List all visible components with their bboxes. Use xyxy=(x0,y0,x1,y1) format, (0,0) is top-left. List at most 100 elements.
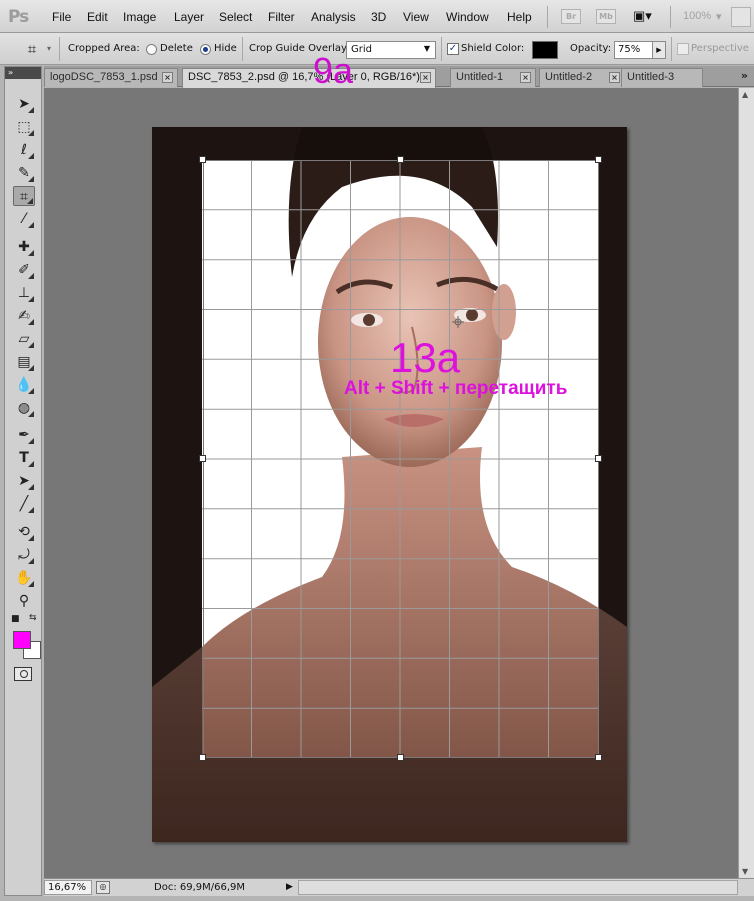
hand-tool-icon[interactable]: ✋ xyxy=(13,568,35,588)
lasso-tool-icon[interactable]: ℓ xyxy=(13,140,35,160)
marquee-tool-icon[interactable]: ⬚ xyxy=(13,117,35,137)
history-brush-tool-icon[interactable]: ✍ xyxy=(13,306,35,326)
chevron-down-icon[interactable]: ▾ xyxy=(47,44,51,53)
annotation-hint: Alt + Shift + перетащить xyxy=(344,378,568,399)
path-selection-tool-icon[interactable]: ➤ xyxy=(13,471,35,491)
line-tool-icon[interactable]: ╱ xyxy=(13,494,35,514)
type-tool-icon[interactable]: T xyxy=(13,448,35,468)
status-menu-arrow-icon[interactable]: ▶ xyxy=(286,882,293,892)
opacity-input[interactable]: 75% xyxy=(614,41,654,59)
crop-tool-icon[interactable]: ⌗ xyxy=(13,186,35,206)
delete-label: Delete xyxy=(160,43,193,54)
crop-bounding-box[interactable] xyxy=(203,160,599,758)
3d-orbit-tool-icon[interactable]: ⤾ xyxy=(13,545,35,565)
crop-handle-top[interactable] xyxy=(397,156,404,163)
dodge-tool-icon[interactable]: ◍ xyxy=(13,398,35,418)
shield-color-swatch[interactable] xyxy=(532,41,558,59)
photoshop-window: Ps File Edit Image Layer Select Filter A… xyxy=(0,0,754,901)
swap-colors-icon[interactable]: ⇆ xyxy=(29,613,37,623)
tools-panel: » ➤ ⬚ ℓ ✎ ⌗ ⁄ ✚ ✐ ⊥ ✍ ▱ ▤ 💧 ◍ ✒ T ➤ ╱ ⟲ … xyxy=(4,66,42,896)
menu-image[interactable]: Image xyxy=(123,10,156,24)
menu-bar: Ps File Edit Image Layer Select Filter A… xyxy=(0,0,754,33)
tab-label: Untitled-2 xyxy=(545,71,593,83)
crop-guide-overlay-select[interactable]: Grid ▼ xyxy=(346,41,436,59)
menu-filter[interactable]: Filter xyxy=(268,10,295,24)
move-tool-icon[interactable]: ➤ xyxy=(13,94,35,114)
scroll-up-icon[interactable]: ▲ xyxy=(742,90,748,99)
tab-label: DSC_7853_2.psd @ 16,7% (Layer 0, RGB/16*… xyxy=(188,71,428,83)
ps-logo: Ps xyxy=(8,7,29,27)
shield-label: Shield xyxy=(461,43,492,54)
menu-select[interactable]: Select xyxy=(219,10,252,24)
scroll-down-icon[interactable]: ▼ xyxy=(742,867,748,876)
menu-edit[interactable]: Edit xyxy=(87,10,108,24)
chevron-right-icon[interactable]: ▶ xyxy=(652,41,666,59)
horizontal-scrollbar[interactable] xyxy=(298,880,738,895)
options-divider xyxy=(59,37,60,61)
tab-untitled-1[interactable]: Untitled-1 × xyxy=(450,68,536,87)
zoom-level-input[interactable]: 16,67% xyxy=(44,880,92,895)
opacity-label: Opacity: xyxy=(570,43,612,54)
tab-label: Untitled-3 xyxy=(627,71,675,83)
3d-rotate-tool-icon[interactable]: ⟲ xyxy=(13,522,35,542)
quick-mask-icon[interactable] xyxy=(14,667,32,681)
tabs-overflow-button[interactable]: » xyxy=(741,69,748,82)
close-icon[interactable]: × xyxy=(162,72,173,83)
vertical-scrollbar[interactable]: ▲ ▼ xyxy=(738,88,754,878)
zoom-tool-icon[interactable]: ⚲ xyxy=(13,591,35,611)
brush-tool-icon[interactable]: ✐ xyxy=(13,260,35,280)
menu-layer[interactable]: Layer xyxy=(174,10,204,24)
menu-divider xyxy=(670,6,671,28)
annotation-step-9a: 9a xyxy=(313,50,354,91)
crop-guide-overlay-value: Grid xyxy=(351,44,372,55)
perspective-label: Perspective xyxy=(691,43,749,54)
menu-window[interactable]: Window xyxy=(446,10,489,24)
screen-mode-button[interactable]: ▣▾ xyxy=(633,8,652,24)
menu-divider xyxy=(547,6,548,28)
menu-analysis[interactable]: Analysis xyxy=(311,10,356,24)
cropped-area-label: Cropped Area: xyxy=(68,43,140,54)
eyedropper-tool-icon[interactable]: ⁄ xyxy=(13,209,35,229)
healing-brush-tool-icon[interactable]: ✚ xyxy=(13,237,35,257)
menu-help[interactable]: Help xyxy=(507,10,532,24)
gradient-tool-icon[interactable]: ▤ xyxy=(13,352,35,372)
bridge-button[interactable]: Br xyxy=(561,9,581,24)
tools-panel-grip[interactable]: » xyxy=(5,67,41,79)
pen-tool-icon[interactable]: ✒ xyxy=(13,425,35,445)
crop-handle-top-left[interactable] xyxy=(199,156,206,163)
close-icon[interactable]: × xyxy=(420,72,431,83)
eraser-tool-icon[interactable]: ▱ xyxy=(13,329,35,349)
close-icon[interactable]: × xyxy=(520,72,531,83)
menu-file[interactable]: File xyxy=(52,10,71,24)
default-colors-icon[interactable]: ■ xyxy=(11,614,20,624)
crop-handle-bottom[interactable] xyxy=(397,754,404,761)
mini-bridge-button[interactable]: Mb xyxy=(596,9,616,24)
crop-tool-preset-icon[interactable]: ⌗ xyxy=(20,38,44,60)
tab-logodsc-7853-1[interactable]: logoDSC_7853_1.psd × xyxy=(44,68,178,87)
crop-handle-top-right[interactable] xyxy=(595,156,602,163)
tool-options-bar: ⌗ ▾ Cropped Area: Delete Hide Crop Guide… xyxy=(0,33,754,65)
crop-handle-left[interactable] xyxy=(199,455,206,462)
blur-tool-icon[interactable]: 💧 xyxy=(13,375,35,395)
crop-handle-bottom-right[interactable] xyxy=(595,754,602,761)
tab-dsc-7853-2[interactable]: DSC_7853_2.psd @ 16,7% (Layer 0, RGB/16*… xyxy=(182,68,436,88)
foreground-color-swatch[interactable] xyxy=(13,631,31,649)
hide-radio[interactable] xyxy=(200,44,211,55)
app-zoom-readout[interactable]: 100% xyxy=(683,10,711,22)
perspective-checkbox[interactable] xyxy=(677,43,689,55)
crop-handle-bottom-left[interactable] xyxy=(199,754,206,761)
workspace-button[interactable] xyxy=(731,7,751,27)
tab-untitled-2[interactable]: Untitled-2 × xyxy=(539,68,625,87)
clone-stamp-tool-icon[interactable]: ⊥ xyxy=(13,283,35,303)
menu-3d[interactable]: 3D xyxy=(371,10,386,24)
delete-radio[interactable] xyxy=(146,44,157,55)
proof-setup-icon[interactable]: ◎ xyxy=(96,881,110,894)
crop-handle-right[interactable] xyxy=(595,455,602,462)
document-tabs: logoDSC_7853_1.psd × DSC_7853_2.psd @ 16… xyxy=(44,66,754,88)
shield-checkbox[interactable]: ✓ xyxy=(447,43,459,55)
menu-view[interactable]: View xyxy=(403,10,429,24)
quick-selection-tool-icon[interactable]: ✎ xyxy=(13,163,35,183)
tab-untitled-3[interactable]: Untitled-3 xyxy=(621,68,703,87)
close-icon[interactable]: × xyxy=(609,72,620,83)
chevron-down-icon[interactable]: ▾ xyxy=(716,10,722,23)
